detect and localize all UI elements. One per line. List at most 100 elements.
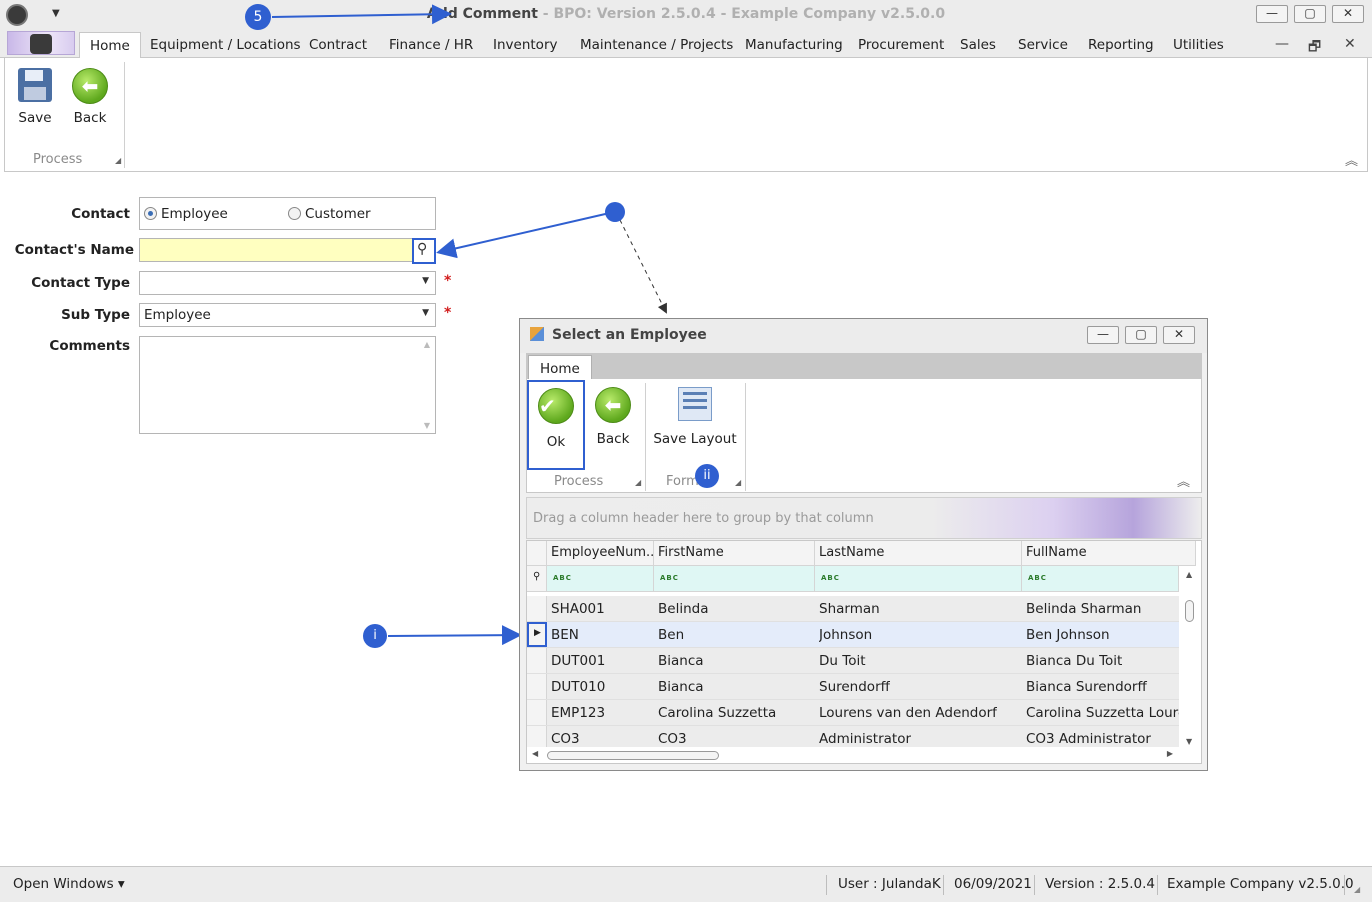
column-header-employee-number[interactable]: EmployeeNum... xyxy=(547,541,654,566)
filter-first-name[interactable]: ABC xyxy=(654,566,815,592)
grid-corner xyxy=(527,541,547,566)
filter-last-name[interactable]: ABC xyxy=(815,566,1022,592)
table-row[interactable]: SHA001 Belinda Sharman Belinda Sharman xyxy=(527,596,1179,622)
dialog-back-label: Back xyxy=(596,431,630,447)
cell-first-name: Ben xyxy=(658,627,685,643)
table-row[interactable]: DUT001 Bianca Du Toit Bianca Du Toit xyxy=(527,648,1179,674)
cell-last-name: Sharman xyxy=(819,601,880,617)
filter-full-name[interactable]: ABC xyxy=(1022,566,1179,592)
row-indicator[interactable] xyxy=(527,674,547,699)
column-header-last-name[interactable]: LastName xyxy=(815,541,1022,566)
cell-employee-number: EMP123 xyxy=(551,705,606,721)
vertical-scroll-thumb[interactable] xyxy=(1185,600,1194,622)
cell-last-name: Johnson xyxy=(819,627,873,643)
column-header-full-name[interactable]: FullName xyxy=(1022,541,1196,566)
grid-horizontal-scrollbar[interactable]: ◀ ▶ xyxy=(527,747,1201,763)
text-filter-icon: ABC xyxy=(553,574,572,582)
row-pointer-icon: ▶ xyxy=(534,628,541,638)
scroll-down-icon[interactable]: ▼ xyxy=(1186,737,1192,746)
table-row[interactable]: EMP123 Carolina Suzzetta Lourens van den… xyxy=(527,700,1179,726)
row-indicator[interactable] xyxy=(527,648,547,673)
horizontal-scroll-thumb[interactable] xyxy=(547,751,719,760)
cell-employee-number: DUT001 xyxy=(551,653,606,669)
dialog-ribbon-panel: ✔ Ok ⬅ Back Save Layout Process ◢ Form ◢… xyxy=(526,379,1202,493)
table-row-selected[interactable]: ▶ BEN Ben Johnson Ben Johnson xyxy=(527,622,1179,648)
cell-full-name: Belinda Sharman xyxy=(1026,601,1142,617)
dialog-maximize-button[interactable]: ▢ xyxy=(1125,326,1157,344)
save-layout-label: Save Layout xyxy=(653,431,737,447)
text-filter-icon: ABC xyxy=(821,574,840,582)
save-layout-button[interactable]: Save Layout xyxy=(653,387,737,447)
select-employee-dialog: Select an Employee — ▢ ✕ Home ✔ Ok ⬅ Bac… xyxy=(519,318,1208,771)
status-separator xyxy=(943,875,944,895)
cell-first-name: Belinda xyxy=(658,601,709,617)
dialog-tab-home[interactable]: Home xyxy=(528,355,592,380)
dialog-tab-bar: Home xyxy=(526,353,1202,380)
group-launcher-icon[interactable]: ◢ xyxy=(635,478,641,487)
annotation-dot xyxy=(605,202,625,222)
back-arrow-icon: ⬅ xyxy=(595,387,631,423)
annotation-step-5: 5 xyxy=(245,4,271,30)
row-indicator-selected[interactable]: ▶ xyxy=(527,622,547,647)
check-icon: ✔ xyxy=(538,388,574,424)
layout-settings-icon xyxy=(678,387,712,421)
text-filter-icon: ABC xyxy=(1028,574,1047,582)
group-by-panel[interactable]: Drag a column header here to group by th… xyxy=(526,497,1202,539)
dialog-title-bar: Select an Employee — ▢ ✕ xyxy=(520,319,1207,353)
cell-employee-number: DUT010 xyxy=(551,679,606,695)
cell-full-name: Ben Johnson xyxy=(1026,627,1110,643)
cell-last-name: Administrator xyxy=(819,731,912,747)
cell-employee-number: CO3 xyxy=(551,731,580,747)
grid-vertical-scrollbar[interactable]: ▲ ▼ xyxy=(1179,566,1201,748)
cell-last-name: Du Toit xyxy=(819,653,866,669)
status-user: User : JulandaK xyxy=(838,876,941,892)
cell-full-name: CO3 Administrator xyxy=(1026,731,1151,747)
status-separator xyxy=(1157,875,1158,895)
ribbon-group-separator xyxy=(745,383,746,491)
scroll-right-icon[interactable]: ▶ xyxy=(1167,749,1173,758)
dialog-group-format-label: Form xyxy=(666,474,699,489)
status-date: 06/09/2021 xyxy=(954,876,1032,892)
cell-employee-number: BEN xyxy=(551,627,579,643)
row-indicator[interactable] xyxy=(527,700,547,725)
status-version: Version : 2.5.0.4 xyxy=(1045,876,1156,892)
row-indicator[interactable] xyxy=(527,596,547,621)
cell-full-name: Carolina Suzzetta Louren... xyxy=(1026,705,1179,721)
dialog-title: Select an Employee xyxy=(552,327,707,343)
cell-full-name: Bianca Du Toit xyxy=(1026,653,1123,669)
annotation-ii: ii xyxy=(695,464,719,488)
dialog-close-button[interactable]: ✕ xyxy=(1163,326,1195,344)
status-bar: Open Windows ▾ User : JulandaK 06/09/202… xyxy=(0,866,1372,902)
cell-first-name: Carolina Suzzetta xyxy=(658,705,777,721)
ok-button-label: Ok xyxy=(546,434,566,450)
scroll-left-icon[interactable]: ◀ xyxy=(532,749,538,758)
pin-icon: ⚲ xyxy=(533,571,541,582)
dialog-back-button[interactable]: ⬅ Back xyxy=(593,387,633,447)
cell-full-name: Bianca Surendorff xyxy=(1026,679,1147,695)
dialog-app-icon xyxy=(530,327,544,341)
filter-row-indicator: ⚲ xyxy=(527,566,547,592)
column-header-first-name[interactable]: FirstName xyxy=(654,541,815,566)
cell-last-name: Surendorff xyxy=(819,679,890,695)
ok-button[interactable]: ✔ Ok xyxy=(527,380,585,470)
table-row[interactable]: DUT010 Bianca Surendorff Bianca Surendor… xyxy=(527,674,1179,700)
scroll-up-icon[interactable]: ▲ xyxy=(1186,570,1192,579)
group-launcher-icon[interactable]: ◢ xyxy=(735,478,741,487)
status-company: Example Company v2.5.0.0 xyxy=(1167,876,1354,892)
cell-employee-number: SHA001 xyxy=(551,601,605,617)
text-filter-icon: ABC xyxy=(660,574,679,582)
status-separator xyxy=(826,875,827,895)
group-by-hint: Drag a column header here to group by th… xyxy=(533,511,874,526)
dialog-group-process-label: Process xyxy=(554,474,604,489)
ribbon-collapse-icon[interactable]: ︽ xyxy=(1177,471,1190,490)
open-windows-button[interactable]: Open Windows ▾ xyxy=(13,876,125,892)
filter-employee-number[interactable]: ABC xyxy=(547,566,654,592)
dialog-minimize-button[interactable]: — xyxy=(1087,326,1119,344)
cell-first-name: Bianca xyxy=(658,653,704,669)
cell-first-name: Bianca xyxy=(658,679,704,695)
status-separator xyxy=(1344,875,1345,895)
ribbon-group-separator xyxy=(645,383,646,491)
resize-grip-icon[interactable]: ◢ xyxy=(1354,885,1360,894)
annotation-i: i xyxy=(363,624,387,648)
cell-last-name: Lourens van den Adendorf xyxy=(819,705,997,721)
